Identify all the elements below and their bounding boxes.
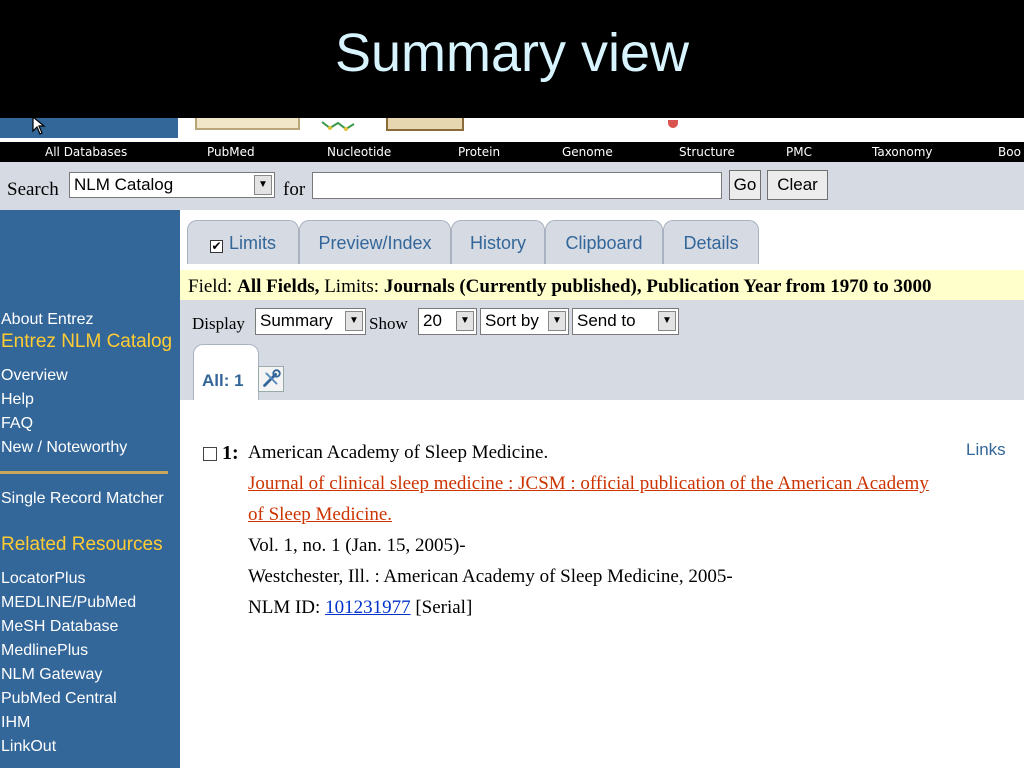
- result-volume: Vol. 1, no. 1 (Jan. 15, 2005)-: [248, 535, 466, 556]
- nav-nucleotide[interactable]: Nucleotide: [327, 145, 391, 159]
- result-title-link-continued[interactable]: of Sleep Medicine.: [248, 504, 392, 526]
- display-label: Display: [192, 314, 245, 333]
- show-label: Show: [369, 314, 408, 333]
- banner-image-right: [386, 118, 464, 131]
- display-format-select[interactable]: Summary ▼: [255, 308, 366, 335]
- show-count-value: 20: [423, 311, 442, 330]
- result-title-link[interactable]: Journal of clinical sleep medicine : JCS…: [248, 473, 929, 495]
- result-number: 1:: [222, 442, 239, 464]
- sidebar-item-mesh-database[interactable]: MeSH Database: [1, 618, 118, 636]
- sidebar: About Entrez Entrez NLM Catalog Overview…: [0, 210, 180, 768]
- nlm-id-link[interactable]: 101231977: [325, 597, 411, 618]
- all-results-label: All: 1: [202, 371, 244, 390]
- banner-molecule-icon: [321, 121, 355, 131]
- field-value: All Fields,: [237, 276, 320, 297]
- sidebar-about-entrez[interactable]: About Entrez: [1, 311, 94, 329]
- site-banner: [0, 118, 1024, 138]
- slide-title-band: Summary view: [0, 0, 1024, 118]
- sidebar-item-new-noteworthy[interactable]: New / Noteworthy: [1, 439, 127, 457]
- sidebar-item-help[interactable]: Help: [1, 391, 34, 409]
- sidebar-item-medlineplus[interactable]: MedlinePlus: [1, 642, 88, 660]
- sort-by-select[interactable]: Sort by ▼: [480, 308, 569, 335]
- nav-structure[interactable]: Structure: [679, 145, 735, 159]
- limits-checkbox[interactable]: ✔: [209, 240, 223, 253]
- tab-details[interactable]: Details: [663, 220, 759, 264]
- limits-value: Journals (Currently published), Publicat…: [383, 276, 932, 297]
- sidebar-heading-nlm-catalog[interactable]: Entrez NLM Catalog: [1, 331, 172, 353]
- nav-pubmed[interactable]: PubMed: [207, 145, 255, 159]
- result-checkbox[interactable]: [203, 447, 217, 461]
- search-label: Search: [7, 179, 59, 200]
- nlm-id-label: NLM ID:: [248, 597, 321, 618]
- send-to-value: Send to: [577, 311, 636, 330]
- query-summary-line: Field: All Fields, Limits: Journals (Cur…: [180, 270, 1024, 300]
- nav-genome[interactable]: Genome: [562, 145, 613, 159]
- result-author: American Academy of Sleep Medicine.: [248, 442, 549, 463]
- sidebar-item-linkout[interactable]: LinkOut: [1, 738, 56, 756]
- tab-preview-index[interactable]: Preview/Index: [299, 220, 451, 264]
- result-publisher: Westchester, Ill. : American Academy of …: [248, 566, 733, 587]
- banner-image-left: [195, 118, 300, 130]
- tab-clipboard[interactable]: Clipboard: [545, 220, 663, 264]
- chevron-down-icon[interactable]: ▼: [658, 311, 676, 331]
- nav-all-databases[interactable]: All Databases: [45, 145, 127, 159]
- tab-limits-label: Limits: [228, 233, 276, 253]
- banner-decoration: [668, 120, 678, 128]
- sidebar-item-nlm-gateway[interactable]: NLM Gateway: [1, 666, 102, 684]
- chevron-down-icon[interactable]: ▼: [254, 175, 272, 195]
- sort-by-value: Sort by: [485, 311, 539, 330]
- display-controls: Display Summary ▼ Show 20 ▼ Sort by ▼ Se…: [180, 300, 1024, 400]
- tools-icon[interactable]: [258, 366, 284, 392]
- database-select[interactable]: NLM Catalog ▼: [69, 172, 275, 198]
- sidebar-divider: [0, 471, 168, 474]
- sidebar-item-ihm[interactable]: IHM: [1, 714, 30, 732]
- database-select-value: NLM Catalog: [74, 175, 174, 194]
- show-count-select[interactable]: 20 ▼: [418, 308, 477, 335]
- sidebar-item-medline-pubmed[interactable]: MEDLINE/PubMed: [1, 594, 136, 612]
- tab-all-results[interactable]: All: 1: [193, 344, 259, 400]
- tab-strip: ✔ Limits Preview/Index History Clipboard …: [180, 210, 1024, 266]
- display-format-value: Summary: [260, 311, 333, 330]
- sidebar-item-overview[interactable]: Overview: [1, 367, 68, 385]
- slide-title: Summary view: [334, 23, 690, 83]
- sidebar-item-faq[interactable]: FAQ: [1, 415, 33, 433]
- nav-protein[interactable]: Protein: [458, 145, 500, 159]
- chevron-down-icon[interactable]: ▼: [345, 311, 363, 331]
- tab-limits[interactable]: ✔ Limits: [187, 220, 299, 264]
- go-button[interactable]: Go: [729, 170, 761, 200]
- result-type: [Serial]: [415, 597, 473, 618]
- for-label: for: [283, 179, 306, 200]
- banner-logo-area: [0, 118, 178, 138]
- chevron-down-icon[interactable]: ▼: [548, 311, 566, 331]
- sidebar-item-locatorplus[interactable]: LocatorPlus: [1, 570, 86, 588]
- result-list: 1: Links American Academy of Sleep Medic…: [180, 400, 1024, 768]
- send-to-select[interactable]: Send to ▼: [572, 308, 679, 335]
- links-link[interactable]: Links: [966, 440, 1006, 460]
- clear-button[interactable]: Clear: [767, 170, 828, 200]
- mouse-cursor-icon: [32, 118, 46, 135]
- limits-label: Limits:: [324, 276, 380, 297]
- screenshot-area: All Databases PubMed Nucleotide Protein …: [0, 118, 1024, 768]
- sidebar-item-pubmed-central[interactable]: PubMed Central: [1, 690, 117, 708]
- nav-books[interactable]: Boo: [998, 145, 1021, 159]
- nav-pmc[interactable]: PMC: [786, 145, 812, 159]
- search-input[interactable]: [312, 172, 722, 199]
- sidebar-heading-related-resources: Related Resources: [1, 534, 163, 555]
- database-nav-bar: All Databases PubMed Nucleotide Protein …: [0, 142, 1024, 162]
- field-label: Field:: [188, 276, 233, 297]
- nav-taxonomy[interactable]: Taxonomy: [872, 145, 933, 159]
- result-nlm-id-line: NLM ID: 101231977 [Serial]: [248, 597, 472, 619]
- sidebar-item-single-record-matcher[interactable]: Single Record Matcher: [1, 490, 164, 508]
- search-bar: Search NLM Catalog ▼ for Go Clear: [0, 162, 1024, 210]
- query-summary-text: Field: All Fields, Limits: Journals (Cur…: [188, 276, 932, 298]
- tab-history[interactable]: History: [451, 220, 545, 264]
- chevron-down-icon[interactable]: ▼: [456, 311, 474, 331]
